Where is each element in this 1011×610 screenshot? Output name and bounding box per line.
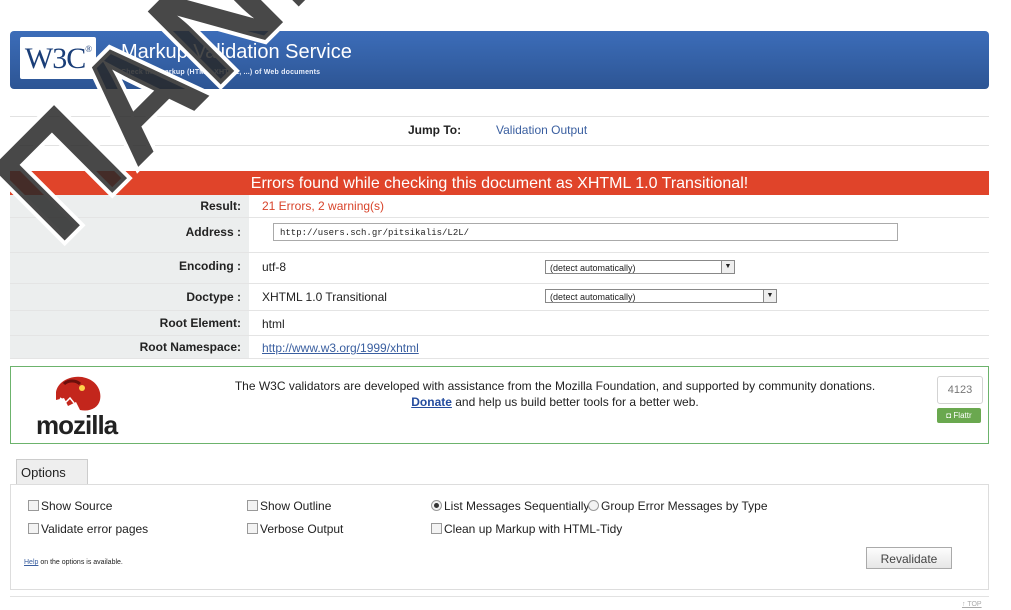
- validate-error-pages-label: Validate error pages: [41, 522, 149, 536]
- group-errors-radio[interactable]: Group Error Messages by Type: [588, 500, 768, 513]
- w3c-logo[interactable]: W3C®: [20, 37, 96, 79]
- checkbox-icon: [247, 523, 258, 534]
- root-element-label: Root Element:: [10, 311, 249, 335]
- address-label: Address :: [10, 218, 249, 252]
- mozilla-notice-text: The W3C validators are developed with as…: [234, 379, 876, 393]
- doctype-label: Doctype :: [10, 284, 249, 310]
- error-banner: Errors found while checking this documen…: [10, 171, 989, 195]
- encoding-label: Encoding :: [10, 253, 249, 283]
- html-tidy-checkbox[interactable]: Clean up Markup with HTML-Tidy: [431, 523, 622, 536]
- show-outline-label: Show Outline: [260, 499, 332, 513]
- encoding-value: utf-8: [262, 260, 287, 274]
- back-to-top-link[interactable]: ↑ TOP: [962, 601, 982, 608]
- logo-mark: ®: [85, 44, 92, 54]
- result-value: 21 Errors, 2 warning(s): [262, 199, 385, 213]
- mozilla-notice-text-2: and help us build better tools for a bet…: [451, 395, 699, 409]
- chevron-down-icon: ▼: [763, 290, 776, 302]
- radio-icon: [588, 500, 599, 511]
- radio-selected-icon: [431, 500, 442, 511]
- jump-to-label: Jump To:: [408, 123, 462, 137]
- list-sequential-radio[interactable]: List Messages Sequentially: [431, 500, 589, 513]
- doctype-select[interactable]: (detect automatically) ▼: [545, 289, 777, 303]
- help-note-text: on the options is available.: [38, 559, 123, 566]
- page-title: Markup Validation Service: [121, 41, 352, 63]
- checkbox-icon: [28, 500, 39, 511]
- encoding-row: Encoding : utf-8 (detect automatically) ▼: [10, 253, 989, 284]
- page-subtitle: Check the markup (HTML, XHTML, ...) of W…: [121, 69, 321, 76]
- address-row: Address : http://users.sch.gr/pitsikalis…: [10, 218, 989, 253]
- options-tab[interactable]: Options: [16, 459, 88, 484]
- root-element-row: Root Element: html: [10, 311, 989, 336]
- root-namespace-label: Root Namespace:: [10, 336, 249, 358]
- donate-link[interactable]: Donate: [411, 395, 452, 409]
- group-errors-label: Group Error Messages by Type: [601, 499, 768, 513]
- root-element-value: html: [262, 317, 285, 331]
- verbose-output-label: Verbose Output: [260, 522, 344, 536]
- checkbox-icon: [431, 523, 442, 534]
- doctype-value: XHTML 1.0 Transitional: [262, 290, 387, 304]
- checkbox-icon: [247, 500, 258, 511]
- divider: [10, 596, 989, 597]
- mozilla-notice: The W3C validators are developed with as…: [210, 378, 900, 410]
- show-outline-checkbox[interactable]: Show Outline: [247, 500, 331, 513]
- encoding-select[interactable]: (detect automatically) ▼: [545, 260, 735, 274]
- help-link[interactable]: Help: [24, 559, 38, 566]
- flattr-button[interactable]: ◘ Flattr: [937, 408, 981, 423]
- jump-validation-output-link[interactable]: Validation Output: [496, 123, 587, 137]
- help-note: Help on the options is available.: [24, 559, 123, 566]
- logo-text: W3C: [24, 42, 86, 75]
- root-namespace-row: Root Namespace: http://www.w3.org/1999/x…: [10, 336, 989, 359]
- mozilla-dino-icon: [56, 376, 101, 411]
- show-source-checkbox[interactable]: Show Source: [28, 500, 112, 513]
- result-row: Result: 21 Errors, 2 warning(s): [10, 195, 989, 218]
- revalidate-button[interactable]: Revalidate: [866, 547, 952, 569]
- root-namespace-link[interactable]: http://www.w3.org/1999/xhtml: [262, 341, 419, 355]
- mozilla-wordmark: mozilla: [36, 410, 118, 440]
- divider: [10, 116, 989, 117]
- divider: [10, 145, 989, 146]
- address-input[interactable]: http://users.sch.gr/pitsikalis/L2L/: [273, 223, 898, 241]
- verbose-output-checkbox[interactable]: Verbose Output: [247, 523, 343, 536]
- encoding-select-value: (detect automatically): [550, 263, 636, 273]
- html-tidy-label: Clean up Markup with HTML-Tidy: [444, 522, 623, 536]
- show-source-label: Show Source: [41, 499, 113, 513]
- checkbox-icon: [28, 523, 39, 534]
- flattr-label: Flattr: [953, 411, 972, 420]
- result-label: Result:: [10, 195, 249, 217]
- doctype-select-value: (detect automatically): [550, 292, 636, 302]
- flattr-count: 4123: [937, 376, 983, 404]
- list-sequential-label: List Messages Sequentially: [444, 499, 590, 513]
- chevron-down-icon: ▼: [721, 261, 734, 273]
- doctype-row: Doctype : XHTML 1.0 Transitional (detect…: [10, 284, 989, 311]
- validate-error-pages-checkbox[interactable]: Validate error pages: [28, 523, 148, 536]
